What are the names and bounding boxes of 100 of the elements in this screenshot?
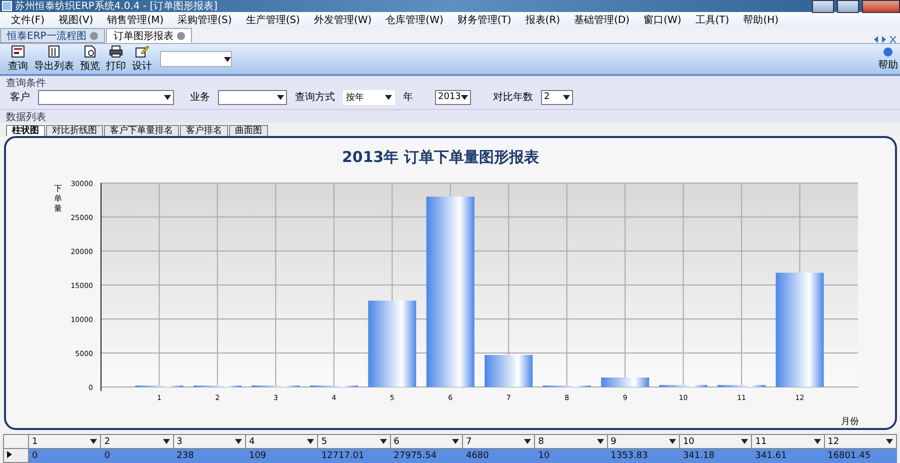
toolbar-button[interactable]: 打印 bbox=[104, 45, 128, 73]
preview-icon bbox=[83, 45, 97, 58]
table-cell: 10 bbox=[534, 448, 608, 462]
close-button[interactable] bbox=[862, 0, 900, 12]
chart-tab[interactable]: 柱状图 bbox=[6, 125, 45, 136]
compare-dropdown[interactable]: 2 bbox=[541, 90, 573, 104]
menu-item[interactable]: 窗口(W) bbox=[636, 13, 688, 27]
field-label: 对比年数 bbox=[493, 90, 533, 104]
dropdown-arrow-icon[interactable] bbox=[563, 94, 570, 100]
menu-item[interactable]: 报表(R) bbox=[518, 13, 568, 27]
help-icon bbox=[883, 46, 893, 56]
menu-item[interactable]: 仓库管理(W) bbox=[378, 13, 450, 27]
group-title: 查询条件 bbox=[5, 76, 47, 87]
app-icon bbox=[2, 1, 12, 11]
menu-item[interactable]: 文件(F) bbox=[4, 13, 52, 27]
menu-item[interactable]: 采购管理(S) bbox=[170, 13, 239, 27]
column-header[interactable]: 11 bbox=[752, 434, 824, 448]
table-cell: 12717.01 bbox=[318, 448, 390, 462]
menu-item[interactable]: 帮助(H) bbox=[736, 13, 786, 27]
minimize-button[interactable] bbox=[812, 0, 834, 12]
filter-arrow-icon[interactable] bbox=[380, 439, 387, 444]
bar bbox=[659, 385, 708, 388]
help-button[interactable]: 帮助 bbox=[876, 46, 900, 72]
toolbar-button[interactable]: 设计 bbox=[130, 45, 154, 73]
dropdown-arrow-icon[interactable] bbox=[224, 56, 231, 62]
close-icon[interactable] bbox=[177, 32, 186, 40]
table-cell: 16801.45 bbox=[824, 448, 896, 462]
table-cell: 341.61 bbox=[752, 448, 824, 462]
dropdown-arrow-icon[interactable] bbox=[461, 94, 468, 100]
customer-dropdown[interactable] bbox=[38, 90, 174, 104]
query-icon bbox=[11, 45, 25, 58]
corner-cell bbox=[4, 434, 28, 448]
year-dropdown[interactable]: 2013 bbox=[435, 90, 471, 104]
filter-arrow-icon[interactable] bbox=[741, 439, 748, 444]
column-header[interactable]: 8 bbox=[534, 434, 608, 448]
filter-arrow-icon[interactable] bbox=[886, 439, 893, 444]
chart-title: 2013年 订单下单量图形报表 bbox=[342, 148, 539, 168]
x-axis-label: 月份 bbox=[841, 417, 859, 428]
window-title: 苏州恒泰纺织ERP系统4.0.4 - [订单图形报表] bbox=[15, 0, 218, 13]
table-cell: 0 bbox=[28, 448, 101, 462]
filter-arrow-icon[interactable] bbox=[814, 439, 821, 444]
printer-icon bbox=[109, 45, 123, 58]
filter-arrow-icon[interactable] bbox=[452, 439, 459, 444]
menu-item[interactable]: 工具(T) bbox=[688, 13, 736, 27]
filter-arrow-icon[interactable] bbox=[234, 439, 242, 444]
table-cell: 109 bbox=[245, 448, 318, 462]
menu-item[interactable]: 视图(V) bbox=[52, 13, 100, 27]
menu-item[interactable]: 销售管理(M) bbox=[100, 13, 171, 27]
column-header[interactable]: 5 bbox=[318, 434, 390, 448]
table-cell: 238 bbox=[173, 448, 246, 462]
business-dropdown[interactable] bbox=[218, 90, 287, 104]
field-label: 年 bbox=[403, 91, 413, 104]
dropdown-arrow-icon[interactable] bbox=[385, 94, 392, 100]
document-tab[interactable]: 订单图形报表 bbox=[106, 28, 192, 43]
table-cell: 27975.54 bbox=[390, 448, 462, 462]
field-label: 客户 bbox=[10, 90, 30, 104]
filter-arrow-icon[interactable] bbox=[90, 439, 98, 444]
chart-tab[interactable]: 对比折线图 bbox=[46, 125, 103, 136]
column-header[interactable]: 12 bbox=[824, 434, 896, 448]
field-label: 业务 bbox=[190, 90, 210, 104]
toolbar-button[interactable]: 查询 bbox=[6, 45, 30, 73]
export-icon bbox=[47, 45, 61, 58]
dropdown-arrow-icon[interactable] bbox=[277, 94, 284, 100]
chart-tab[interactable]: 客户排名 bbox=[180, 125, 228, 136]
filter-arrow-icon[interactable] bbox=[307, 439, 314, 444]
table-cell: 341.18 bbox=[679, 448, 752, 462]
column-header[interactable]: 1 bbox=[28, 434, 101, 448]
menu-item[interactable]: 基础管理(D) bbox=[567, 13, 637, 27]
pencil-document-icon bbox=[135, 45, 149, 58]
bar bbox=[718, 385, 766, 388]
filter-arrow-icon[interactable] bbox=[668, 439, 676, 444]
y-axis-label: 下单量 bbox=[54, 184, 62, 214]
menu-item[interactable]: 外发管理(W) bbox=[306, 13, 379, 27]
chart-tab[interactable]: 曲面图 bbox=[229, 125, 268, 136]
toolbar-button[interactable]: 预览 bbox=[78, 45, 102, 73]
current-row-icon bbox=[7, 450, 12, 458]
maximize-button[interactable] bbox=[837, 0, 859, 12]
column-header[interactable]: 3 bbox=[173, 434, 246, 448]
column-header[interactable]: 7 bbox=[462, 434, 535, 448]
document-tab[interactable]: 恒泰ERP一流程图 bbox=[0, 28, 106, 43]
chart-tab[interactable]: 客户下单量排名 bbox=[104, 125, 179, 136]
column-header[interactable]: 6 bbox=[390, 434, 462, 448]
table-cell: 4680 bbox=[462, 448, 535, 462]
mode-dropdown[interactable]: 按年 bbox=[343, 90, 395, 104]
toolbar-button[interactable]: 导出列表 bbox=[32, 45, 76, 73]
menu-item[interactable]: 生产管理(S) bbox=[238, 13, 307, 27]
dropdown-arrow-icon[interactable] bbox=[164, 94, 171, 100]
filter-arrow-icon[interactable] bbox=[162, 439, 170, 444]
filter-arrow-icon[interactable] bbox=[596, 439, 604, 444]
group-title: 数据列表 bbox=[5, 110, 47, 121]
field-label: 查询方式 bbox=[295, 90, 335, 104]
filter-arrow-icon[interactable] bbox=[524, 439, 532, 444]
bar bbox=[601, 378, 650, 388]
row-header[interactable] bbox=[4, 448, 28, 462]
column-header[interactable]: 2 bbox=[100, 434, 174, 448]
column-header[interactable]: 10 bbox=[679, 434, 752, 448]
menu-item[interactable]: 财务管理(T) bbox=[450, 13, 518, 27]
column-header[interactable]: 4 bbox=[245, 434, 318, 448]
table-cell: 1353.83 bbox=[607, 448, 680, 462]
column-header[interactable]: 9 bbox=[607, 434, 680, 448]
